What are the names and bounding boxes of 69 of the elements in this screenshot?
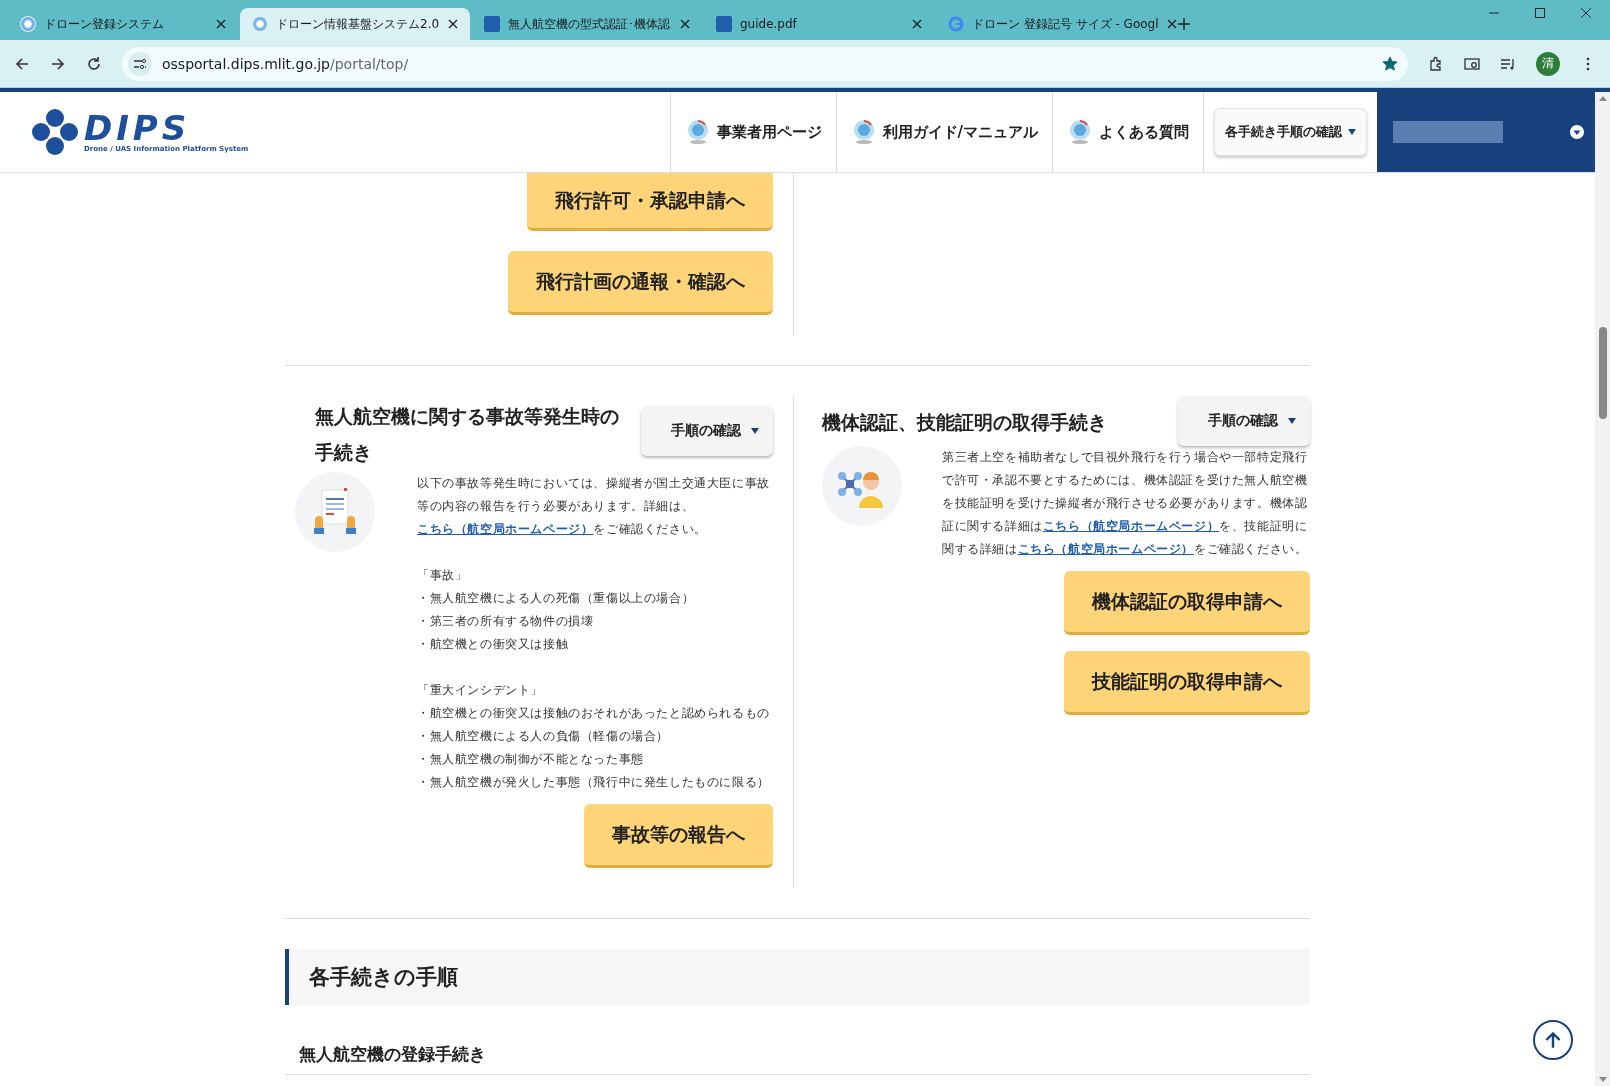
section-title: 無人航空機に関する事故等発生時の手続き — [315, 404, 620, 465]
browser-tab[interactable]: ドローン情報基盤システム2.0 — [240, 8, 470, 40]
forward-icon[interactable] — [50, 55, 66, 72]
scroll-to-top-button[interactable] — [1533, 1020, 1573, 1060]
caret-icon — [1569, 124, 1585, 140]
steps-dropdown[interactable]: 手順の確認 — [1178, 396, 1310, 446]
subsection-heading: 無人航空機の登録手続き — [285, 1043, 1310, 1075]
globe-icon — [1067, 119, 1093, 145]
info-link[interactable]: こちら（航空局ホームページ） — [1042, 519, 1220, 533]
site-favicon-icon — [20, 16, 36, 32]
nav-link[interactable]: よくある質問 — [1052, 92, 1203, 172]
flight-application-button[interactable]: 飛行許可・承認申請へ — [527, 173, 773, 231]
site-favicon-icon — [484, 16, 500, 32]
section-title: 機体認証、技能証明の取得手続き — [822, 410, 1107, 435]
scroll-down-icon[interactable] — [1598, 1077, 1607, 1082]
logo-title: DIPS — [84, 111, 191, 145]
application-button[interactable]: 技能証明の取得申請へ — [1064, 651, 1310, 715]
info-link[interactable]: こちら（航空局ホームページ） — [1017, 542, 1194, 556]
google-favicon-icon — [948, 16, 964, 32]
list-item: ・無人航空機が発火した事態（飛行中に発生したものに限る） — [417, 774, 771, 791]
application-button[interactable]: 機体認証の取得申請へ — [1064, 571, 1310, 635]
new-tab-icon[interactable] — [1178, 18, 1190, 30]
browser-tab[interactable]: guide.pdf — [704, 8, 934, 40]
list-item: ・無人航空機による人の死傷（重傷以上の場合） — [417, 590, 696, 607]
caret-icon — [751, 428, 759, 434]
reading-mode-icon[interactable] — [1464, 55, 1480, 72]
user-menu[interactable] — [1377, 92, 1595, 172]
close-tab-icon[interactable] — [448, 19, 458, 29]
logo-mark-icon — [30, 107, 80, 157]
close-tab-icon[interactable] — [680, 19, 690, 29]
close-window-icon[interactable] — [1580, 7, 1592, 19]
report-button[interactable]: 事故等の報告へ — [584, 804, 773, 868]
browser-tab[interactable]: 無人航空機の型式認証･機体認 — [472, 8, 702, 40]
steps-dropdown[interactable]: 手順の確認 — [641, 406, 773, 456]
profile-avatar[interactable]: 清 — [1536, 51, 1560, 76]
close-tab-icon[interactable] — [912, 19, 922, 29]
maximize-icon[interactable] — [1534, 7, 1546, 19]
address-bar[interactable]: ossportal.dips.mlit.go.jp/portal/top/ — [122, 46, 1408, 81]
bookmark-star-icon[interactable] — [1382, 55, 1398, 72]
section-heading: 各手続きの手順 — [285, 949, 1310, 1005]
close-tab-icon[interactable] — [1166, 19, 1177, 29]
list-heading: 「重大インシデント」 — [417, 682, 544, 699]
procedures-dropdown[interactable]: 各手続き手順の確認 — [1214, 108, 1367, 156]
close-tab-icon[interactable] — [216, 19, 226, 29]
extensions-icon[interactable] — [1428, 55, 1444, 72]
info-link[interactable]: こちら（航空局ホームページ） — [417, 522, 594, 536]
caret-icon — [1348, 129, 1356, 135]
caret-icon — [1288, 418, 1296, 424]
list-item: ・第三者の所有する物件の損壊 — [417, 613, 595, 630]
scroll-up-icon[interactable] — [1598, 96, 1607, 101]
nav-link[interactable]: 利用ガイド/マニュアル — [835, 92, 1052, 172]
list-heading: 「事故」 — [417, 567, 469, 584]
reload-icon[interactable] — [86, 55, 102, 72]
browser-tab[interactable]: ドローン登録システム — [8, 8, 238, 40]
scrollbar-thumb[interactable] — [1598, 327, 1607, 419]
site-settings-icon[interactable] — [128, 51, 152, 76]
list-item: ・無人航空機による人の負傷（軽傷の場合） — [417, 728, 670, 745]
list-item: ・無人航空機の制御が不能となった事態 — [417, 751, 645, 768]
description-text: 以下の事故等発生時においては、操縦者が国土交通大臣に事故等の内容の報告を行う必要があります。詳細は、 こちら（航空局ホームページ）をご確認ください。 — [417, 475, 771, 538]
back-icon[interactable] — [14, 55, 30, 72]
list-item: ・航空機との衝突又は接触のおそれがあったと認められるもの — [417, 705, 771, 722]
browser-tab[interactable]: ドローン 登録記号 サイズ - Googl — [936, 8, 1166, 40]
flight-application-button[interactable]: 飛行計画の通報・確認へ — [508, 251, 773, 315]
scrollbar[interactable] — [1595, 92, 1610, 1086]
site-favicon-icon — [716, 16, 732, 32]
list-item: ・航空機との衝突又は接触 — [417, 636, 570, 653]
nav-link[interactable]: 事業者用ページ — [669, 92, 836, 172]
site-favicon-icon — [252, 16, 268, 32]
description-text: 第三者上空を補助者なしで目視外飛行を行う場合や一部特定飛行で許可・承認不要とするためには、機体認証を受けた無人航空機を技能証明を受けた操縦者が飛行させる必要があります。機体認証に関する詳細は こちら（航空局ホームページ）を、技能証明に関する詳細は こちら（航空局ホームページ）をご確認ください。 — [942, 449, 1309, 558]
